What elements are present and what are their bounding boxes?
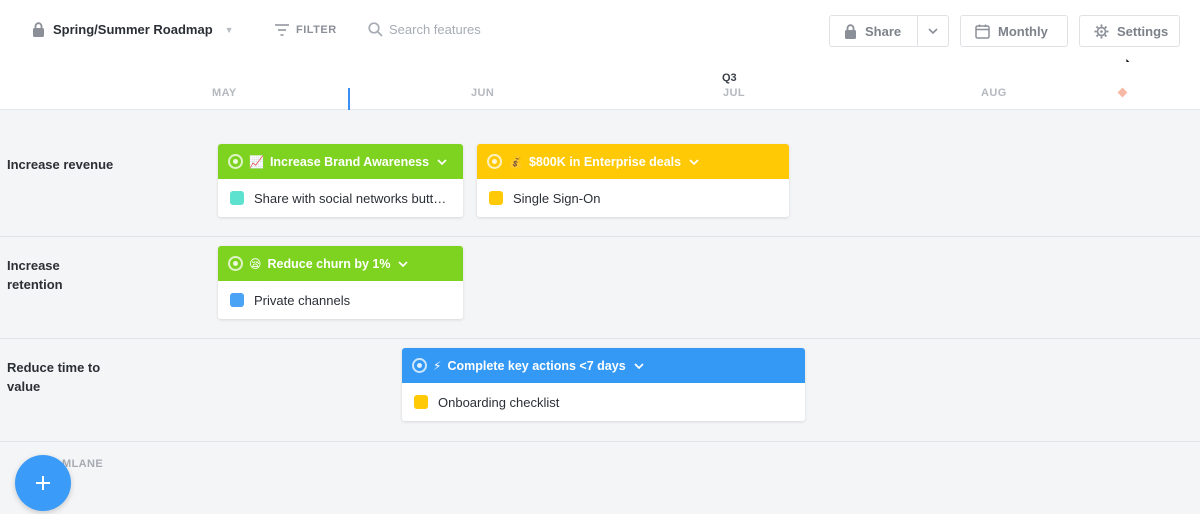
share-dropdown-button[interactable] — [918, 28, 948, 34]
goal-title: Reduce churn by 1% — [267, 256, 391, 271]
goal-title: $800K in Enterprise deals — [528, 154, 682, 169]
goal-status-icon[interactable] — [228, 154, 243, 169]
feature-title: Share with social networks butt… — [254, 190, 447, 206]
search-input[interactable]: Search features — [368, 22, 481, 37]
settings-button[interactable]: Settings — [1079, 15, 1180, 47]
chevron-down-icon[interactable] — [689, 158, 699, 165]
lock-icon — [845, 23, 856, 39]
share-button[interactable]: Share — [829, 15, 949, 47]
feature-color-swatch — [414, 395, 428, 409]
lightning-emoji-icon: ⚡ — [433, 358, 442, 373]
feature-item[interactable]: Single Sign-On — [477, 179, 789, 217]
share-label: Share — [865, 23, 902, 39]
view-mode-button[interactable]: Monthly — [960, 15, 1068, 47]
filter-button[interactable]: FILTER — [275, 24, 337, 36]
month-label: AUG — [981, 87, 1007, 99]
settings-label: Settings — [1117, 23, 1169, 39]
goal-card[interactable]: ⚡ Complete key actions <7 days Onboardin… — [402, 348, 805, 421]
goal-header[interactable]: 😪 Reduce churn by 1% — [218, 246, 463, 281]
search-icon — [368, 22, 383, 37]
swimlane: Reduce time to value ⚡ Complete key acti… — [0, 339, 1200, 442]
swimlane: Increase revenue 📈 Increase Brand Awaren… — [0, 111, 1200, 237]
month-label: JUL — [723, 87, 745, 99]
feature-color-swatch — [489, 191, 503, 205]
lock-icon — [33, 22, 44, 37]
chevron-down-icon: ▼ — [224, 24, 234, 35]
goal-card[interactable]: 💰 $800K in Enterprise deals Single Sign-… — [477, 144, 789, 217]
goal-status-icon[interactable] — [412, 358, 427, 373]
filter-icon — [275, 24, 289, 36]
feature-item[interactable]: Onboarding checklist — [402, 383, 805, 421]
feature-title: Private channels — [254, 292, 351, 308]
feature-item[interactable]: Share with social networks butt… — [218, 179, 463, 217]
top-bar: Spring/Summer Roadmap ▼ FILTER Search fe… — [0, 0, 1200, 72]
search-placeholder: Search features — [389, 22, 481, 37]
chevron-down-icon — [928, 28, 938, 34]
goal-header[interactable]: 📈 Increase Brand Awareness — [218, 144, 463, 179]
view-mode-label: Monthly — [998, 23, 1048, 39]
goal-title: Increase Brand Awareness — [269, 154, 430, 169]
money-bag-emoji-icon: 💰 — [508, 154, 523, 169]
feature-color-swatch — [230, 191, 244, 205]
swimlane: Increase retention 😪 Reduce churn by 1% … — [0, 237, 1200, 339]
timeline-header: Q3 MAY JUN JUL AUG — [0, 62, 1200, 110]
chart-emoji-icon: 📈 — [249, 154, 264, 169]
quarter-label: Q3 — [722, 72, 737, 84]
milestone-marker[interactable] — [1117, 87, 1128, 98]
filter-label: FILTER — [296, 24, 337, 36]
goal-header[interactable]: 💰 $800K in Enterprise deals — [477, 144, 789, 179]
goal-status-icon[interactable] — [487, 154, 502, 169]
today-marker — [348, 88, 350, 110]
chevron-down-icon[interactable] — [398, 260, 409, 267]
goal-card[interactable]: 📈 Increase Brand Awareness Share with so… — [218, 144, 463, 217]
feature-title: Onboarding checklist — [438, 394, 560, 410]
goal-status-icon[interactable] — [228, 256, 243, 271]
feature-item[interactable]: Private channels — [218, 281, 463, 319]
chevron-down-icon[interactable] — [437, 158, 447, 165]
plus-icon — [36, 476, 50, 490]
goal-header[interactable]: ⚡ Complete key actions <7 days — [402, 348, 805, 383]
swimlane-label[interactable]: Reduce time to value — [7, 358, 117, 396]
month-label: JUN — [471, 87, 495, 99]
share-main[interactable]: Share — [830, 16, 918, 46]
add-swimlane-label: MLANE — [62, 458, 104, 470]
chevron-down-icon[interactable] — [634, 362, 644, 369]
roadmap-title-menu[interactable]: Spring/Summer Roadmap ▼ — [32, 22, 234, 37]
tired-face-emoji-icon: 😪 — [249, 256, 262, 271]
add-button[interactable] — [15, 455, 71, 511]
swimlane-label[interactable]: Increase retention — [7, 256, 117, 294]
feature-title: Single Sign-On — [513, 190, 601, 206]
roadmap-title: Spring/Summer Roadmap — [53, 22, 213, 37]
calendar-icon — [975, 24, 990, 39]
goal-title: Complete key actions <7 days — [447, 358, 626, 373]
goal-card[interactable]: 😪 Reduce churn by 1% Private channels — [218, 246, 463, 319]
feature-color-swatch — [230, 293, 244, 307]
swimlane-label[interactable]: Increase revenue — [7, 155, 117, 174]
gear-icon — [1094, 23, 1109, 39]
month-label: MAY — [212, 87, 237, 99]
